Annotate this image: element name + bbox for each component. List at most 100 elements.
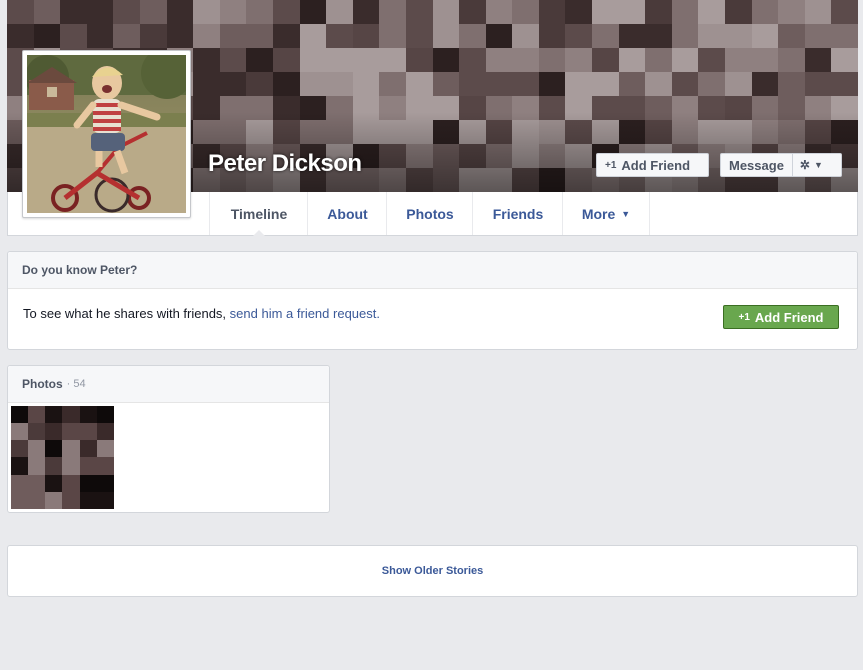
thumbnail-pixel <box>11 491 29 509</box>
thumbnail-pixel <box>28 440 46 458</box>
cover-pixel <box>804 24 832 48</box>
thumbnail-pixel <box>79 474 97 492</box>
cover-pixel <box>778 0 805 24</box>
tab-label: Friends <box>492 205 544 222</box>
add-friend-label: Add Friend <box>754 309 824 325</box>
gear-menu-button[interactable]: ✲ <box>793 158 814 172</box>
cover-pixel <box>485 0 513 24</box>
cover-pixel <box>139 0 167 24</box>
cover-pixel <box>804 0 832 24</box>
cover-pixel <box>86 24 114 48</box>
thumbnail-pixel <box>45 406 63 424</box>
cover-pixel <box>193 0 220 24</box>
photos-count: · 54 <box>66 378 86 390</box>
message-button[interactable]: Message <box>721 154 793 176</box>
cover-pixel <box>698 24 726 48</box>
thumbnail-pixel <box>28 423 46 441</box>
photo-thumbnail[interactable] <box>11 406 114 509</box>
cover-pixel <box>645 24 672 48</box>
cover-pixel <box>166 0 194 24</box>
tab-timeline[interactable]: Timeline <box>209 192 308 236</box>
tab-more[interactable]: More ▼ <box>562 192 650 235</box>
cover-pixel <box>379 72 406 96</box>
add-friend-button[interactable]: +1 Add Friend <box>596 153 709 177</box>
cover-pixel <box>219 24 247 48</box>
gear-icon: ✲ <box>799 158 810 172</box>
thumbnail-pixel <box>28 474 46 492</box>
tab-label: More <box>581 205 616 222</box>
cover-pixel <box>618 0 646 24</box>
cover-pixel <box>512 24 539 48</box>
tab-friends[interactable]: Friends <box>472 192 563 235</box>
cover-pixel <box>565 72 593 96</box>
cover-pixel <box>60 0 87 24</box>
cover-pixel <box>778 72 805 96</box>
cover-pixel <box>326 72 353 96</box>
cover-pixel <box>246 72 273 96</box>
cover-pixel <box>272 48 300 72</box>
cover-pixel <box>246 0 273 24</box>
cover-pixel <box>671 24 699 48</box>
cover-pixel <box>538 0 566 24</box>
tab-about[interactable]: About <box>307 192 387 235</box>
cover-pixel <box>193 48 220 72</box>
cover-pixel <box>272 72 300 96</box>
chevron-down-icon: ▼ <box>813 160 823 170</box>
profile-photo-image <box>27 55 186 213</box>
cover-pixel <box>725 24 752 48</box>
thumbnail-pixel <box>28 406 46 424</box>
cover-pixel <box>33 24 61 48</box>
cover-pixel <box>831 72 858 96</box>
cover-pixel <box>272 24 300 48</box>
show-older-stories-label: Show Older Stories <box>381 565 484 577</box>
thumbnail-pixel <box>11 457 29 475</box>
cover-pixel <box>698 0 726 24</box>
cover-pixel <box>618 72 646 96</box>
cover-pixel <box>326 48 353 72</box>
cover-pixel <box>565 48 593 72</box>
cover-pixel <box>778 48 805 72</box>
cover-pixel <box>671 72 699 96</box>
cover-pixel <box>645 0 672 24</box>
cover-pixel <box>459 0 486 24</box>
cover-pixel <box>751 0 779 24</box>
cover-pixel <box>751 24 779 48</box>
message-button-group: Message ✲ ▼ <box>720 153 842 177</box>
thumbnail-pixel <box>11 440 29 458</box>
cover-pixel <box>405 72 433 96</box>
cover-pixel <box>512 72 539 96</box>
cover-pixel <box>592 48 619 72</box>
cover-pixel <box>459 72 486 96</box>
thumbnail-pixel <box>79 457 97 475</box>
show-older-stories-button[interactable]: Show Older Stories <box>7 545 858 597</box>
cover-pixel <box>193 24 220 48</box>
cover-pixel <box>592 24 619 48</box>
cover-pixel <box>804 72 832 96</box>
cover-pixel <box>698 48 726 72</box>
send-friend-request-link[interactable]: send him a friend request. <box>230 306 380 321</box>
cover-pixel <box>33 0 61 24</box>
tab-photos[interactable]: Photos <box>386 192 473 235</box>
cover-pixel <box>538 72 566 96</box>
cover-pixel <box>671 0 699 24</box>
thumbnail-pixel <box>96 474 114 492</box>
cover-pixel <box>751 48 779 72</box>
cover-pixel <box>459 24 486 48</box>
cover-pixel <box>432 48 460 72</box>
photos-panel-header[interactable]: Photos · 54 <box>8 366 329 403</box>
cover-pixel <box>326 24 353 48</box>
cover-pixel <box>618 48 646 72</box>
thumbnail-pixel <box>45 440 63 458</box>
cover-pixel <box>565 0 593 24</box>
thumbnail-pixel <box>28 457 46 475</box>
cover-pixel <box>432 0 460 24</box>
cover-pixel <box>725 72 752 96</box>
cover-pixel <box>219 48 247 72</box>
profile-picture[interactable] <box>22 50 191 218</box>
tab-label: Timeline <box>230 205 288 222</box>
add-friend-green-button[interactable]: +1 Add Friend <box>723 305 839 329</box>
tab-label: Photos <box>406 205 454 222</box>
profile-name[interactable]: Peter Dickson <box>208 150 362 178</box>
thumbnail-pixel <box>96 406 114 424</box>
cover-pixel <box>565 24 593 48</box>
